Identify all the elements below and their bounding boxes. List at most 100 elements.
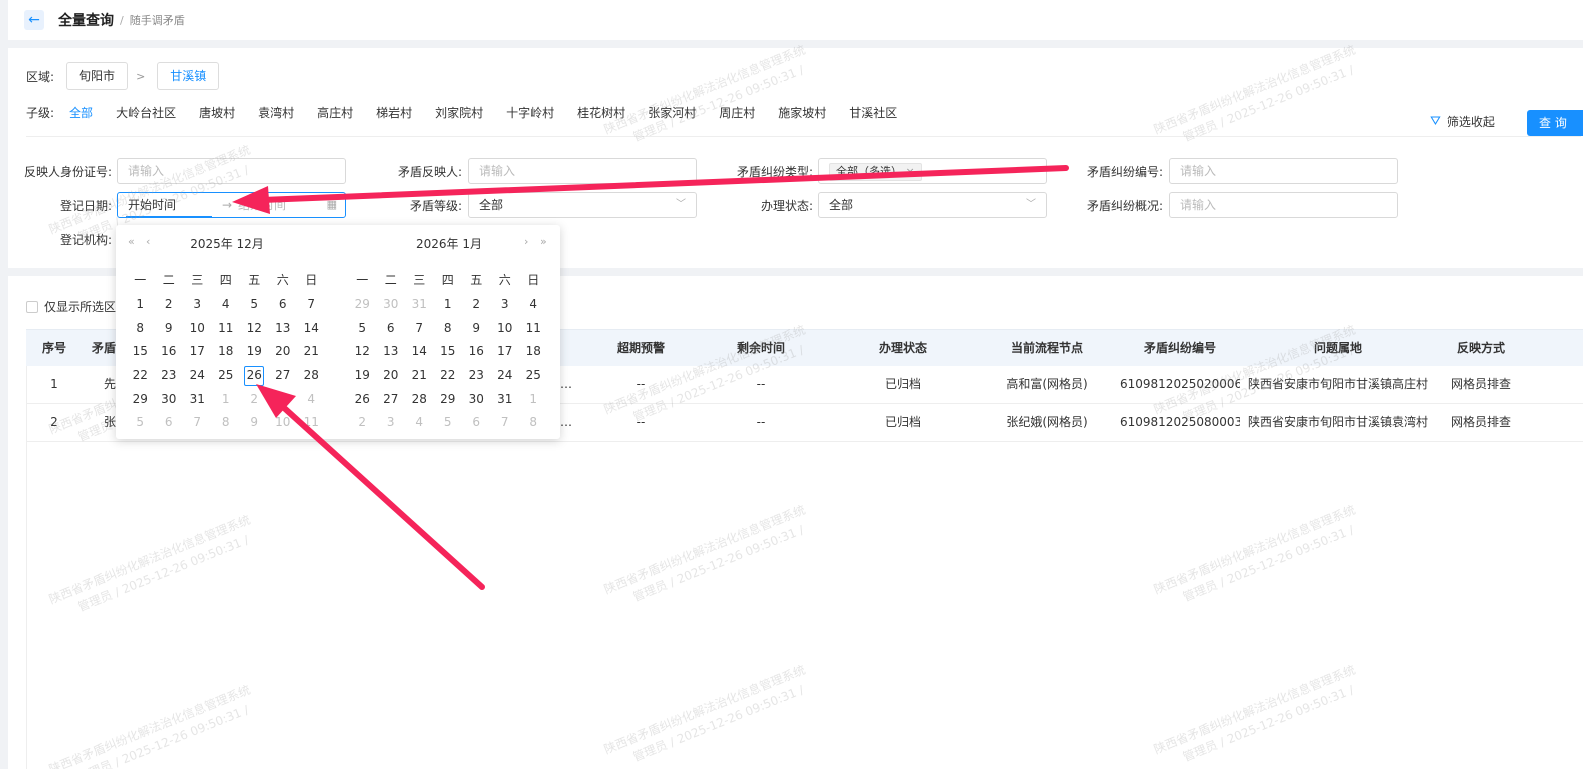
calendar-day[interactable]: 6	[269, 293, 298, 317]
next-month-icon[interactable]: ›	[524, 235, 528, 248]
calendar-day[interactable]: 5	[126, 411, 155, 435]
calendar-day[interactable]: 31	[405, 293, 434, 317]
dispute-type-select[interactable]: 全部（多选） ×	[818, 158, 1047, 184]
calendar-day[interactable]: 16	[462, 340, 491, 364]
calendar-day[interactable]: 1	[519, 388, 548, 412]
sub-region-item[interactable]: 高庄村	[317, 104, 353, 121]
calendar-day[interactable]: 6	[155, 411, 184, 435]
prev-year-icon[interactable]: «	[128, 235, 135, 248]
calendar-day[interactable]: 4	[405, 411, 434, 435]
calendar-day[interactable]: 5	[240, 293, 269, 317]
calendar-day[interactable]: 27	[377, 388, 406, 412]
calendar-day[interactable]: 13	[377, 340, 406, 364]
calendar-day[interactable]: 2	[155, 293, 184, 317]
calendar-day[interactable]: 19	[240, 340, 269, 364]
calendar-day[interactable]: 15	[434, 340, 463, 364]
handle-status-select[interactable]: 全部 ﹀	[818, 192, 1047, 218]
calendar-day[interactable]: 3	[491, 293, 520, 317]
filter-collapse-toggle[interactable]: ⛛ 筛选收起	[1430, 113, 1495, 130]
calendar-day[interactable]: 17	[491, 340, 520, 364]
calendar-day[interactable]: 1	[212, 388, 241, 412]
region-chip-town[interactable]: 甘溪镇	[157, 62, 220, 90]
arrow-left-icon[interactable]: ←	[24, 10, 44, 30]
calendar-day[interactable]: 20	[269, 340, 298, 364]
register-date-range[interactable]: 开始时间 → 结束时间 ▦	[117, 192, 346, 218]
sub-region-item[interactable]: 施家坡村	[778, 104, 826, 121]
checkbox[interactable]	[26, 300, 38, 313]
calendar-day[interactable]: 29	[126, 388, 155, 412]
only-region-checkbox[interactable]: 仅显示所选区域	[26, 298, 128, 315]
dispute-code-input[interactable]: 请输入	[1169, 158, 1398, 184]
calendar-day[interactable]: 3	[377, 411, 406, 435]
sub-region-item[interactable]: 全部	[69, 104, 93, 121]
calendar-day[interactable]: 15	[126, 340, 155, 364]
calendar-day[interactable]: 9	[155, 317, 184, 341]
calendar-day[interactable]: 4	[297, 388, 326, 412]
calendar-day[interactable]: 7	[183, 411, 212, 435]
calendar-day[interactable]: 13	[269, 317, 298, 341]
calendar-day[interactable]: 6	[462, 411, 491, 435]
calendar-day[interactable]: 14	[297, 317, 326, 341]
calendar-day[interactable]: 8	[519, 411, 548, 435]
calendar-day[interactable]: 3	[183, 293, 212, 317]
calendar-day[interactable]: 5	[348, 317, 377, 341]
sub-region-item[interactable]: 甘溪社区	[849, 104, 897, 121]
calendar-day[interactable]: 30	[462, 388, 491, 412]
sub-region-item[interactable]: 十字岭村	[506, 104, 554, 121]
sub-region-item[interactable]: 唐坡村	[199, 104, 235, 121]
region-chip-city[interactable]: 旬阳市	[66, 62, 129, 90]
calendar-day[interactable]: 24	[491, 364, 520, 388]
calendar-day[interactable]: 8	[434, 317, 463, 341]
calendar-day[interactable]: 7	[491, 411, 520, 435]
calendar-day[interactable]: 5	[434, 411, 463, 435]
calendar-day[interactable]: 11	[519, 317, 548, 341]
calendar-day[interactable]: 14	[405, 340, 434, 364]
calendar-day[interactable]: 30	[377, 293, 406, 317]
calendar-day[interactable]: 10	[269, 411, 298, 435]
calendar-day[interactable]: 28	[405, 388, 434, 412]
calendar-day[interactable]: 2	[348, 411, 377, 435]
calendar-day[interactable]: 12	[348, 340, 377, 364]
calendar-day[interactable]: 29	[348, 293, 377, 317]
calendar-day[interactable]: 18	[519, 340, 548, 364]
sub-region-item[interactable]: 袁湾村	[258, 104, 294, 121]
sub-region-item[interactable]: 周庄村	[719, 104, 755, 121]
calendar-day[interactable]: 30	[155, 388, 184, 412]
next-year-icon[interactable]: »	[540, 235, 547, 248]
sub-region-item[interactable]: 桂花树村	[577, 104, 625, 121]
sub-region-item[interactable]: 刘家院村	[435, 104, 483, 121]
calendar-day[interactable]: 9	[462, 317, 491, 341]
calendar-day[interactable]: 25	[212, 364, 241, 388]
calendar-day[interactable]: 1	[126, 293, 155, 317]
calendar-day[interactable]: 9	[240, 411, 269, 435]
calendar-day[interactable]: 10	[491, 317, 520, 341]
calendar-day[interactable]: 11	[297, 411, 326, 435]
calendar-day[interactable]: 21	[297, 340, 326, 364]
calendar-day[interactable]: 3	[269, 388, 298, 412]
calendar-day[interactable]: 21	[405, 364, 434, 388]
reporter-input[interactable]: 请输入	[468, 158, 697, 184]
calendar-day[interactable]: 7	[405, 317, 434, 341]
prev-month-icon[interactable]: ‹	[146, 235, 150, 248]
calendar-day[interactable]: 20	[377, 364, 406, 388]
calendar-day[interactable]: 31	[491, 388, 520, 412]
dispute-level-select[interactable]: 全部 ﹀	[468, 192, 697, 218]
calendar-day[interactable]: 26	[348, 388, 377, 412]
calendar-day[interactable]: 8	[212, 411, 241, 435]
calendar-day[interactable]: 10	[183, 317, 212, 341]
calendar-day[interactable]: 23	[155, 364, 184, 388]
calendar-day-today[interactable]: 26	[240, 364, 269, 388]
calendar-day[interactable]: 23	[462, 364, 491, 388]
calendar-day[interactable]: 4	[519, 293, 548, 317]
calendar-day[interactable]: 8	[126, 317, 155, 341]
calendar-day[interactable]: 2	[240, 388, 269, 412]
calendar-day[interactable]: 11	[212, 317, 241, 341]
calendar-day[interactable]: 28	[297, 364, 326, 388]
date-end-input[interactable]: 结束时间	[238, 193, 286, 217]
calendar-day[interactable]: 1	[434, 293, 463, 317]
calendar-day[interactable]: 18	[212, 340, 241, 364]
calendar-day[interactable]: 31	[183, 388, 212, 412]
date-start-input[interactable]: 开始时间	[128, 198, 176, 212]
close-icon[interactable]: ×	[906, 165, 915, 178]
sub-region-item[interactable]: 张家河村	[648, 104, 696, 121]
